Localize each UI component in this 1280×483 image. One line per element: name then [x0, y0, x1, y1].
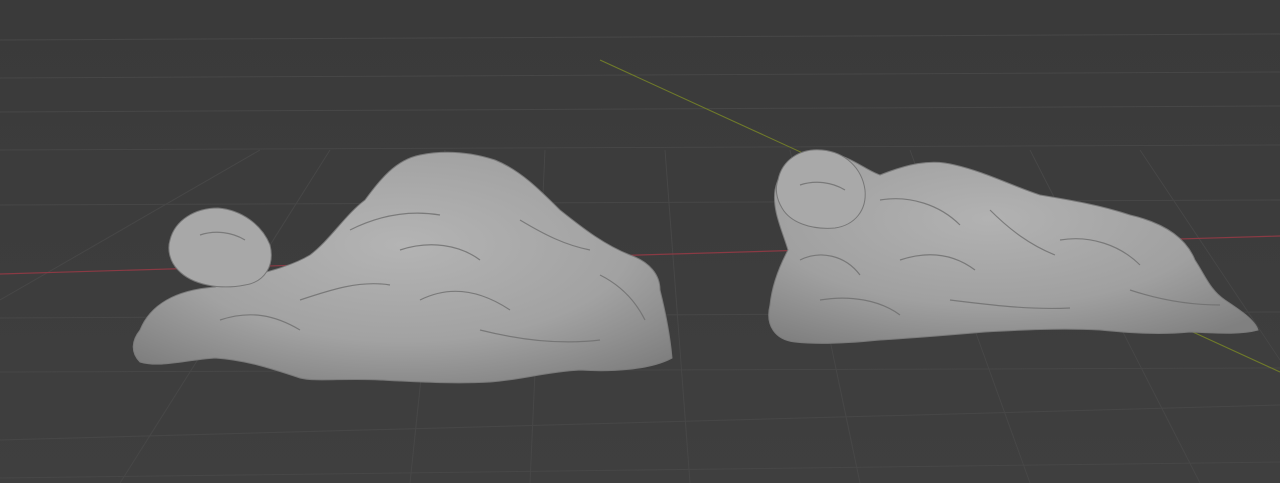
3d-viewport[interactable]: [0, 0, 1280, 483]
viewport-canvas[interactable]: [0, 0, 1280, 483]
